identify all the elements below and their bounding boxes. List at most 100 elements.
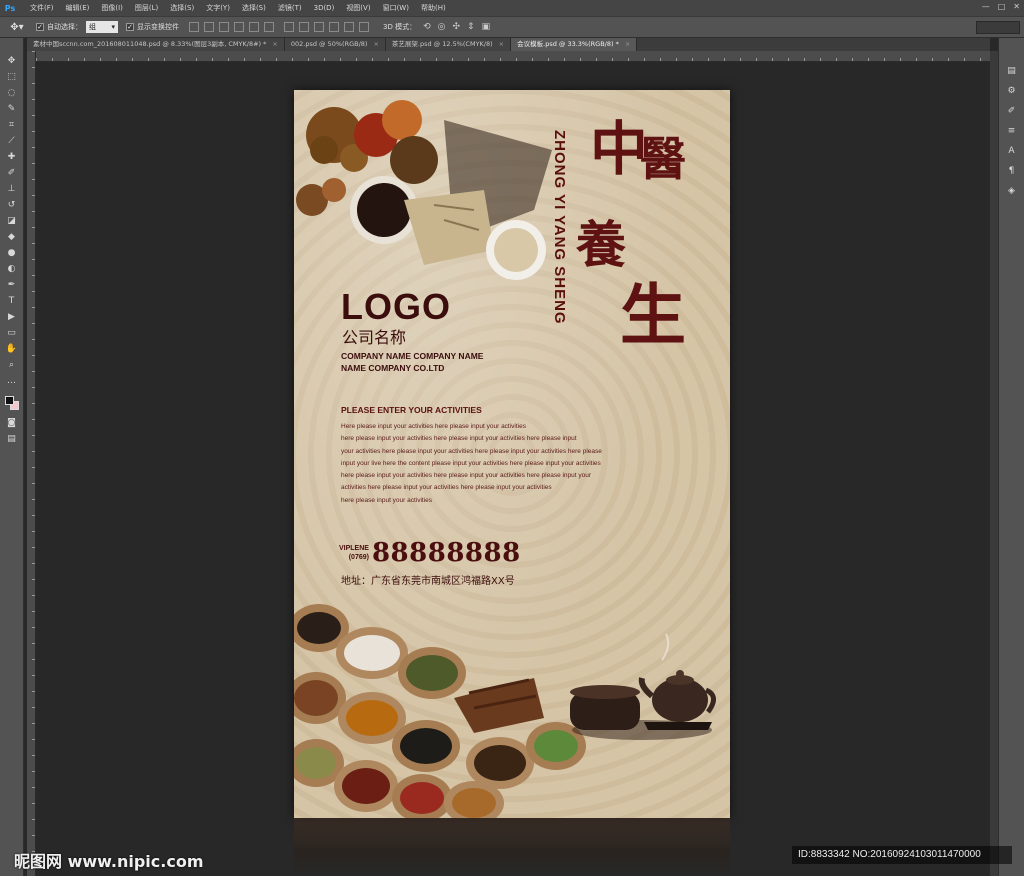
3d-panel-icon[interactable]: ◈	[1004, 184, 1020, 198]
eyedropper-icon[interactable]: ⟋	[3, 134, 21, 148]
phone-label-line-2: (0769)	[348, 554, 369, 561]
minimize-icon[interactable]: —	[982, 2, 990, 11]
close-tab-icon[interactable]: ×	[625, 38, 630, 51]
path-select-icon[interactable]: ▶	[3, 310, 21, 324]
align-vcenter-icon[interactable]	[204, 22, 214, 32]
eraser-icon[interactable]: ◪	[3, 214, 21, 228]
paint-bucket-icon[interactable]: ◆	[3, 230, 21, 244]
clone-stamp-icon[interactable]: ⊥	[3, 182, 21, 196]
teapot-image	[570, 633, 716, 740]
menu-filter[interactable]: 滤镜(T)	[272, 3, 308, 13]
screen-mode-icon[interactable]: ▤	[3, 432, 21, 446]
pen-icon[interactable]: ✒	[3, 278, 21, 292]
workspace-select[interactable]	[976, 21, 1020, 34]
activities-line: here please input your activities	[341, 496, 433, 504]
menu-image[interactable]: 图像(I)	[95, 3, 129, 13]
3d-slide-icon[interactable]: ⇕	[467, 22, 475, 32]
align-right-icon[interactable]	[264, 22, 274, 32]
phone-label-line-1: VIPLENE	[339, 545, 369, 552]
horizontal-ruler[interactable]	[36, 51, 990, 62]
auto-select-dropdown[interactable]: 组 ▾	[86, 21, 118, 33]
quick-select-icon[interactable]: ✎	[3, 102, 21, 116]
history-brush-icon[interactable]: ↺	[3, 198, 21, 212]
vertical-ruler[interactable]	[27, 51, 36, 876]
menu-help[interactable]: 帮助(H)	[415, 3, 452, 13]
marquee-icon[interactable]: ⬚	[3, 70, 21, 84]
window-controls: — □ ✕	[982, 2, 1020, 11]
hand-icon[interactable]: ✋	[3, 342, 21, 356]
company-name-en: COMPANY NAME COMPANY NAME NAME COMPANY C…	[341, 350, 483, 374]
distribute-hcenter-icon[interactable]	[344, 22, 354, 32]
color-swatches[interactable]	[3, 394, 21, 414]
tab-document-2[interactable]: 002.psd @ 50%(RGB/8) ×	[284, 38, 386, 51]
properties-panel-icon[interactable]: ⚙	[1004, 84, 1020, 98]
align-left-icon[interactable]	[234, 22, 244, 32]
menu-select[interactable]: 选择(S)	[164, 3, 200, 13]
brush-icon[interactable]: ✐	[3, 166, 21, 180]
menu-window[interactable]: 窗口(W)	[377, 3, 415, 13]
tab-document-1[interactable]: 素材中国sccnn.com_201608011048.psd @ 8.33%(图…	[27, 38, 285, 51]
3d-pan-icon[interactable]: ✣	[452, 22, 460, 32]
activities-body: Here please input your activities here p…	[341, 421, 701, 507]
history-panel-icon[interactable]: ▤	[1004, 64, 1020, 78]
right-panel-dock: ▤ ⚙ ✐ ≡ A ¶ ◈	[998, 38, 1024, 876]
blur-icon[interactable]: ●	[3, 246, 21, 260]
chevron-down-icon: ▾	[111, 23, 115, 31]
distribute-bottom-icon[interactable]	[314, 22, 324, 32]
move-icon[interactable]: ✥	[3, 54, 21, 68]
healing-brush-icon[interactable]: ✚	[3, 150, 21, 164]
phone-block: VIPLENE (0769) 88888888	[339, 538, 521, 568]
paragraph-panel-icon[interactable]: ¶	[1004, 164, 1020, 178]
photoshop-logo-icon[interactable]: Ps	[2, 1, 18, 15]
tab-document-active[interactable]: 会议模板.psd @ 33.3%(RGB/8) * ×	[511, 38, 638, 51]
menu-select-2[interactable]: 选择(S)	[236, 3, 272, 13]
align-hcenter-icon[interactable]	[249, 22, 259, 32]
vertical-scrollbar[interactable]	[990, 51, 998, 876]
tab-document-3[interactable]: 茶艺展架.psd @ 12.5%(CMYK/8) ×	[385, 38, 512, 51]
lasso-icon[interactable]: ◌	[3, 86, 21, 100]
foreground-color[interactable]	[4, 396, 14, 405]
poster-canvas[interactable]: ZHONG YI YANG SHENG 中 醫 養 生 LOGO 公司名称 CO…	[294, 90, 730, 818]
crop-icon[interactable]: ⌗	[3, 118, 21, 132]
tab-label: 茶艺展架.psd @ 12.5%(CMYK/8)	[391, 40, 493, 48]
quick-mask-icon[interactable]: ◙	[3, 416, 21, 430]
align-buttons	[189, 22, 274, 32]
menu-type[interactable]: 文字(Y)	[200, 3, 236, 13]
close-tab-icon[interactable]: ×	[499, 38, 504, 51]
activities-line: input your live here the content please …	[341, 459, 601, 467]
address-text: 地址：广东省东莞市南城区鸿福路XX号	[341, 576, 515, 587]
menu-layer[interactable]: 图层(L)	[129, 3, 164, 13]
more-tools-icon[interactable]: …	[3, 374, 21, 388]
distribute-left-icon[interactable]	[329, 22, 339, 32]
3d-scale-icon[interactable]: ▣	[482, 22, 491, 32]
3d-roll-icon[interactable]: ◎	[438, 22, 446, 32]
move-tool-icon[interactable]: ✥▾	[6, 19, 28, 35]
distribute-right-icon[interactable]	[359, 22, 369, 32]
show-transform-checkbox[interactable]: ✓	[126, 23, 134, 31]
rectangle-icon[interactable]: ▭	[3, 326, 21, 340]
distribute-top-icon[interactable]	[284, 22, 294, 32]
distribute-vcenter-icon[interactable]	[299, 22, 309, 32]
type-icon[interactable]: T	[3, 294, 21, 308]
maximize-icon[interactable]: □	[998, 2, 1006, 11]
close-tab-icon[interactable]: ×	[373, 38, 378, 51]
dodge-icon[interactable]: ◐	[3, 262, 21, 276]
menu-view[interactable]: 视图(V)	[340, 3, 376, 13]
align-top-icon[interactable]	[189, 22, 199, 32]
3d-rotate-icon[interactable]: ⟲	[423, 22, 431, 32]
watermark-id: ID:8833342 NO:20160924103011470000	[792, 846, 1012, 864]
distribute-buttons	[284, 22, 369, 32]
zoom-icon[interactable]: ⌕	[3, 358, 21, 372]
menu-edit[interactable]: 编辑(E)	[60, 3, 96, 13]
brush-panel-icon[interactable]: ✐	[1004, 104, 1020, 118]
align-bottom-icon[interactable]	[219, 22, 229, 32]
auto-select-checkbox[interactable]: ✓	[36, 23, 44, 31]
activities-title: PLEASE ENTER YOUR ACTIVITIES	[341, 405, 482, 415]
menu-3d[interactable]: 3D(D)	[308, 4, 341, 12]
close-icon[interactable]: ✕	[1013, 2, 1020, 11]
character-panel-icon[interactable]: A	[1004, 144, 1020, 158]
menu-file[interactable]: 文件(F)	[24, 3, 60, 13]
adjustments-panel-icon[interactable]: ≡	[1004, 124, 1020, 138]
phone-label: VIPLENE (0769)	[339, 544, 369, 562]
close-tab-icon[interactable]: ×	[272, 38, 277, 51]
